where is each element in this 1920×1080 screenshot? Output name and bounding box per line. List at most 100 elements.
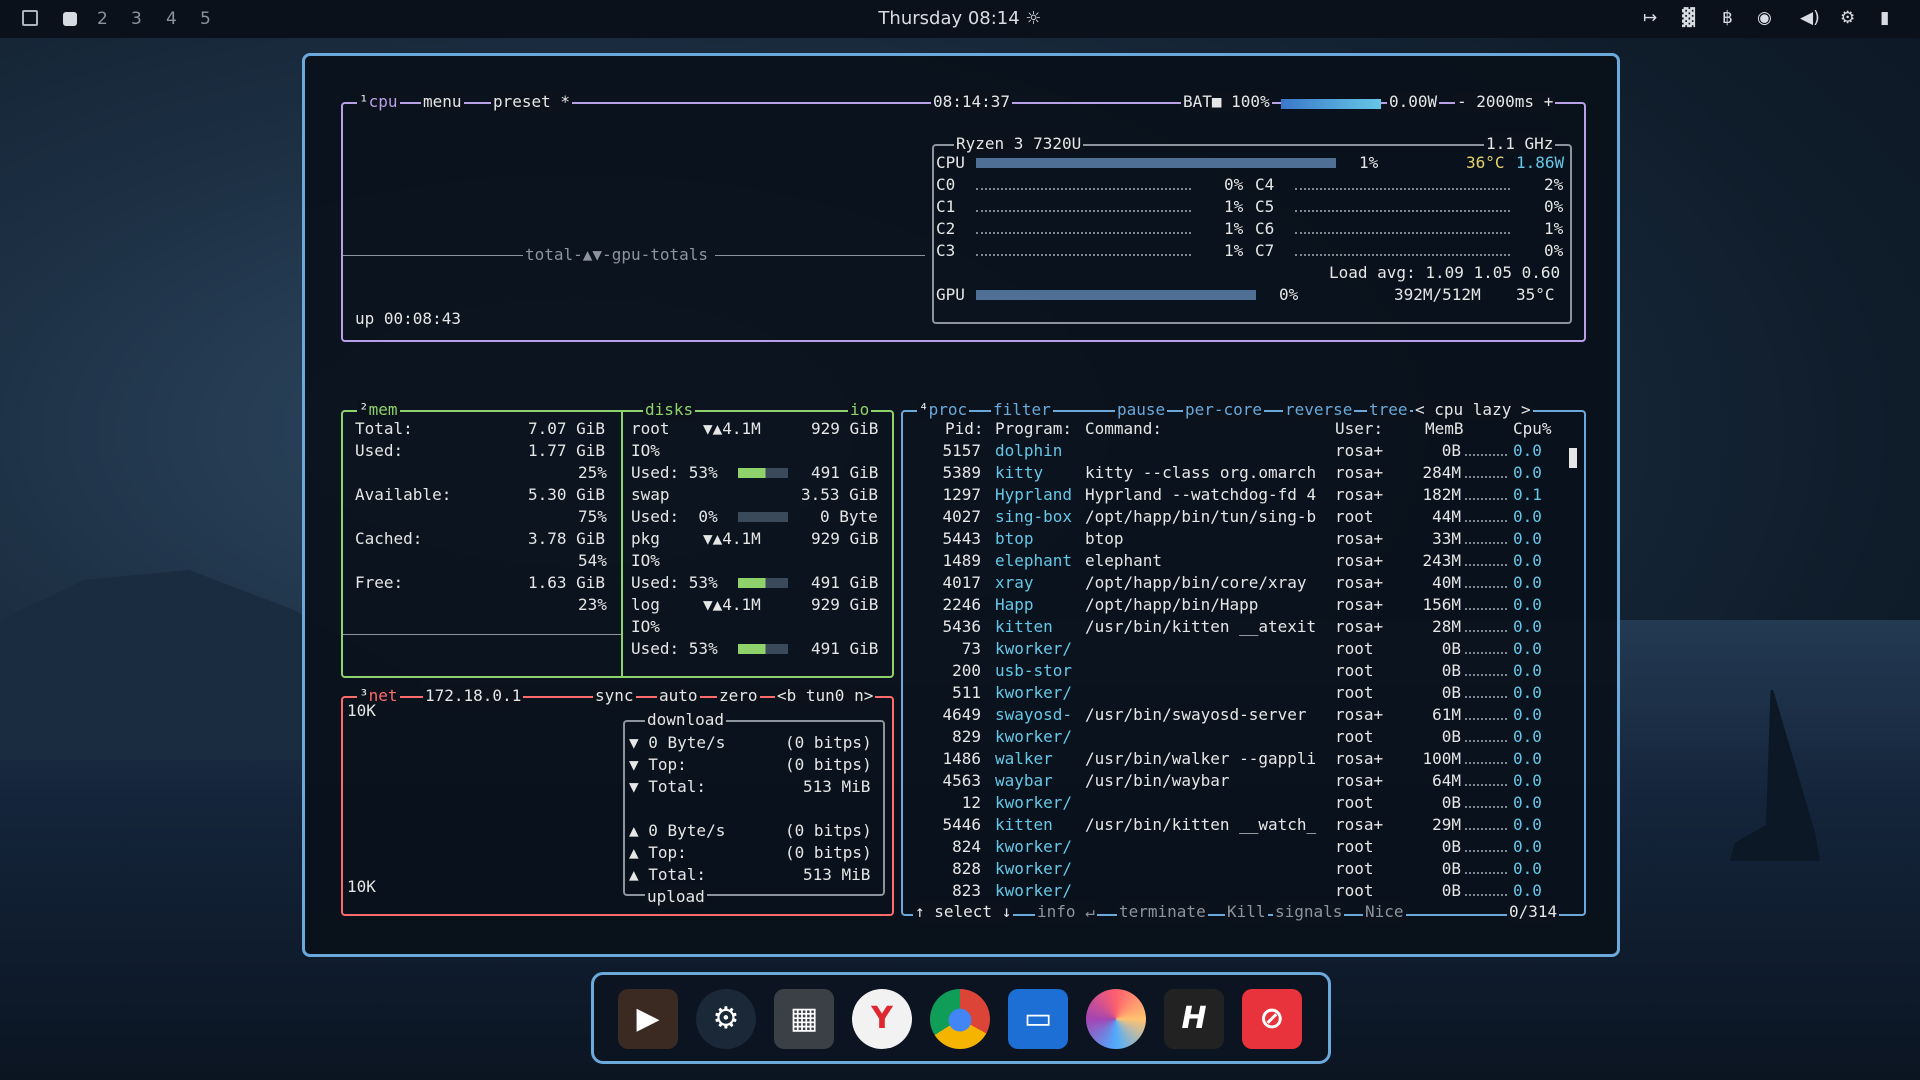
header-mem[interactable]: MemB bbox=[1425, 418, 1464, 440]
cpu-panel-title[interactable]: ¹cpu bbox=[357, 92, 400, 112]
proc-user: rosa+ bbox=[1335, 771, 1384, 790]
proc-program: usb-stor bbox=[995, 661, 1073, 680]
net-auto-toggle[interactable]: auto bbox=[657, 686, 700, 706]
proc-pid: 823 bbox=[952, 881, 981, 900]
proc-cpu-graph bbox=[1465, 748, 1507, 764]
header-program[interactable]: Program: bbox=[995, 418, 1072, 440]
process-row[interactable]: 829 kworker/root 0B 0.0 bbox=[903, 726, 1563, 748]
proc-cpu: 0.0 bbox=[1513, 683, 1542, 702]
settings-icon[interactable]: ⚙ bbox=[1840, 8, 1855, 28]
process-row[interactable]: 1297 Hyprland Hyprland --watchdog-fd 4 rosa… bbox=[903, 484, 1563, 506]
proc-select-control[interactable]: ↑ select ↓ bbox=[913, 902, 1014, 922]
color-app-icon[interactable] bbox=[1086, 989, 1146, 1049]
logout-icon[interactable]: ↦ bbox=[1643, 8, 1657, 28]
disk-root-name: root bbox=[631, 419, 670, 438]
process-row[interactable]: 1486 walker/usr/bin/walker --gappli rosa+ 1… bbox=[903, 748, 1563, 770]
process-row[interactable]: 5157 dolphin rosa+ 0B 0.0 bbox=[903, 440, 1563, 462]
proc-info-button[interactable]: info ↵ bbox=[1035, 902, 1097, 922]
yandex-browser-icon[interactable]: Y bbox=[852, 989, 912, 1049]
header-pid[interactable]: Pid: bbox=[945, 418, 984, 440]
proc-signals-button[interactable]: signals bbox=[1273, 902, 1345, 922]
net-sync-toggle[interactable]: sync bbox=[593, 686, 636, 706]
clock[interactable]: Thursday 08:14 ☼ bbox=[0, 8, 1920, 29]
blocker-app-icon[interactable]: ⊘ bbox=[1242, 989, 1302, 1049]
disks-title[interactable]: disks bbox=[643, 400, 696, 420]
proc-terminate-button[interactable]: terminate bbox=[1117, 902, 1208, 922]
h-app-icon[interactable]: H bbox=[1164, 989, 1224, 1049]
calculator-app-icon[interactable]: ▦ bbox=[774, 989, 834, 1049]
proc-nice-button[interactable]: Nice bbox=[1363, 902, 1406, 922]
files-app-icon[interactable]: ▭ bbox=[1008, 989, 1068, 1049]
preset-button[interactable]: preset * bbox=[491, 92, 573, 112]
update-interval[interactable]: - 2000ms + bbox=[1455, 92, 1556, 112]
proc-user: root bbox=[1335, 639, 1374, 658]
mem-disk-divider bbox=[621, 412, 623, 676]
proc-program: kitty bbox=[995, 463, 1044, 482]
core-c2-label: C2 bbox=[936, 219, 956, 238]
upload-top: ▲ Top: bbox=[629, 843, 687, 862]
bluetooth-icon[interactable]: ฿ bbox=[1722, 8, 1733, 28]
mem-panel-title[interactable]: ²mem bbox=[357, 400, 400, 420]
process-row[interactable]: 200 usb-stor root 0B 0.0 bbox=[903, 660, 1563, 682]
process-row[interactable]: 5443 btop btop rosa+ 33M 0.0 bbox=[903, 528, 1563, 550]
net-zero-toggle[interactable]: zero bbox=[717, 686, 760, 706]
process-row[interactable]: 2246 Happ/opt/happ/bin/Happ rosa+ 156M 0.0 bbox=[903, 594, 1563, 616]
process-row[interactable]: 4027 sing-box/opt/happ/bin/tun/sing-b root… bbox=[903, 506, 1563, 528]
download-total: ▼ Total: bbox=[629, 777, 707, 796]
process-row[interactable]: 4563 waybar/usr/bin/waybar rosa+ 64M 0.0 bbox=[903, 770, 1563, 792]
proc-scrollbar[interactable] bbox=[1569, 448, 1577, 468]
proc-user: rosa+ bbox=[1335, 617, 1384, 636]
disk-pkg-free: 491 GiB bbox=[811, 573, 879, 592]
proc-cpu: 0.0 bbox=[1513, 529, 1542, 548]
cpu-total-pct: 1% bbox=[1359, 153, 1379, 172]
process-row[interactable]: 824 kworker/root 0B 0.0 bbox=[903, 836, 1563, 858]
network-icon[interactable]: ▓ bbox=[1682, 8, 1695, 28]
btop-terminal-window[interactable]: ¹cpu menu preset * 08:14:37 BAT■ 100% 0.… bbox=[302, 53, 1620, 957]
proc-kill-button[interactable]: Kill bbox=[1225, 902, 1268, 922]
process-row[interactable]: 5446 kitten/usr/bin/kitten __watch_ rosa+ 2… bbox=[903, 814, 1563, 836]
proc-program: kworker/ bbox=[995, 881, 1073, 900]
header-command[interactable]: Command: bbox=[1085, 418, 1162, 440]
volume-icon[interactable]: ◀) bbox=[1800, 8, 1820, 28]
proc-pid: 5443 bbox=[942, 529, 981, 548]
chrome-app-icon[interactable]: ● bbox=[930, 989, 990, 1049]
process-row[interactable]: 823 kworker/root 0B 0.0 bbox=[903, 880, 1563, 902]
proc-command: /usr/bin/kitten __atexit bbox=[1085, 617, 1317, 636]
disk-pkg-used: Used: 53% bbox=[631, 573, 718, 592]
header-cpu[interactable]: Cpu% bbox=[1513, 418, 1552, 440]
proc-sort-selector[interactable]: < cpu lazy > bbox=[1413, 400, 1533, 420]
process-row[interactable]: 511 kworker/root 0B 0.0 bbox=[903, 682, 1563, 704]
proc-mem: 40M bbox=[1432, 573, 1461, 592]
net-interface-switch[interactable]: <b tun0 n> bbox=[775, 686, 876, 706]
proc-panel-title[interactable]: ⁴proc bbox=[917, 400, 970, 420]
proc-reverse[interactable]: reverse bbox=[1283, 400, 1355, 420]
process-row[interactable]: 828 kworker/root 0B 0.0 bbox=[903, 858, 1563, 880]
menu-button[interactable]: menu bbox=[421, 92, 464, 112]
graph-line-left bbox=[343, 255, 523, 256]
proc-cpu: 0.0 bbox=[1513, 881, 1542, 900]
proc-program: elephant bbox=[995, 551, 1073, 570]
process-row[interactable]: 4017 xray/opt/happ/bin/core/xray rosa+ 40M 0… bbox=[903, 572, 1563, 594]
process-row[interactable]: 1489 elephant elephant rosa+ 243M 0.0 bbox=[903, 550, 1563, 572]
process-row[interactable]: 5436 kitten/usr/bin/kitten __atexit rosa+ 2… bbox=[903, 616, 1563, 638]
proc-command: /usr/bin/waybar bbox=[1085, 771, 1230, 790]
process-row[interactable]: 4649 swayosd- /usr/bin/swayosd-server rosa+… bbox=[903, 704, 1563, 726]
proc-mem: 0B bbox=[1441, 727, 1461, 746]
io-toggle[interactable]: io bbox=[848, 400, 872, 420]
proc-cpu-graph bbox=[1465, 572, 1507, 588]
proc-mem: 243M bbox=[1422, 551, 1461, 570]
proc-user: root bbox=[1335, 507, 1374, 526]
terminal-app-icon[interactable]: ▶ bbox=[618, 989, 678, 1049]
battery-icon[interactable]: ▮ bbox=[1880, 8, 1889, 28]
proc-per-core[interactable]: per-core bbox=[1183, 400, 1265, 420]
proc-tree[interactable]: tree bbox=[1367, 400, 1410, 420]
proc-filter[interactable]: filter bbox=[991, 400, 1053, 420]
header-user[interactable]: User: bbox=[1335, 418, 1383, 440]
proc-pause[interactable]: pause bbox=[1115, 400, 1168, 420]
process-row[interactable]: 12 kworker/root 0B 0.0 bbox=[903, 792, 1563, 814]
process-row[interactable]: 73 kworker/root 0B 0.0 bbox=[903, 638, 1563, 660]
steam-app-icon[interactable]: ⚙ bbox=[696, 989, 756, 1049]
proc-program: kworker/ bbox=[995, 727, 1073, 746]
wifi-icon[interactable]: ◉ bbox=[1757, 8, 1772, 28]
process-row[interactable]: 5389 kitty kitty --class org.omarch rosa+ 28… bbox=[903, 462, 1563, 484]
